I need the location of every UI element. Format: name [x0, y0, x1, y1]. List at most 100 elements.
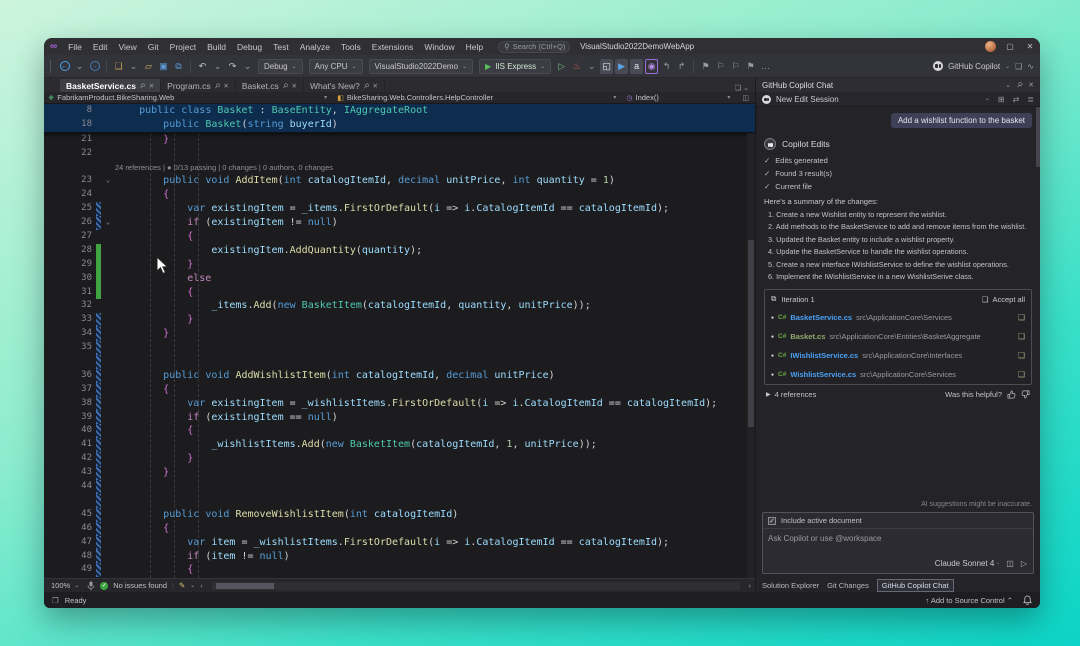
- scroll-left-icon[interactable]: ‹: [200, 581, 203, 590]
- chat-window-dropdown-icon[interactable]: ⌄: [1005, 81, 1011, 89]
- file-link[interactable]: IWishlistService.cs: [790, 351, 858, 360]
- window-layout-icon[interactable]: ◱: [600, 59, 613, 74]
- menu-project[interactable]: Project: [165, 41, 201, 53]
- menu-git[interactable]: Git: [143, 41, 164, 53]
- close-panel-icon[interactable]: ✕: [1028, 81, 1034, 89]
- redo-icon[interactable]: ↷: [226, 59, 239, 74]
- debug-with-copilot-icon[interactable]: ▶: [615, 59, 628, 74]
- bookmark-window-icon[interactable]: ⚑: [744, 59, 757, 74]
- hot-reload-dropdown-icon[interactable]: ⌄: [585, 59, 598, 74]
- menu-help[interactable]: Help: [461, 41, 488, 53]
- solution-platform-dropdown[interactable]: Any CPU⌄: [309, 59, 363, 74]
- menu-test[interactable]: Test: [268, 41, 294, 53]
- menu-debug[interactable]: Debug: [232, 41, 267, 53]
- tab-program-cs[interactable]: Program.cs⚲✕: [161, 79, 236, 92]
- notifications-bell-icon[interactable]: [1023, 595, 1032, 605]
- next-bookmark-icon[interactable]: ⚐: [729, 59, 742, 74]
- github-copilot-badge[interactable]: GitHub Copilot: [948, 62, 1000, 71]
- add-to-source-control-button[interactable]: ↑ Add to Source Control ⌃: [925, 596, 1013, 605]
- code-editor[interactable]: 21 }2224 references | ● 0/13 passing | 0…: [44, 133, 755, 578]
- tool-tab-git-changes[interactable]: Git Changes: [827, 581, 869, 590]
- maximize-button[interactable]: ▢: [1004, 42, 1016, 51]
- watch-window-icon[interactable]: ◉: [645, 59, 658, 74]
- new-file-icon[interactable]: ❏: [112, 59, 125, 74]
- tab-basket-cs[interactable]: Basket.cs⚲✕: [236, 79, 304, 92]
- menu-extensions[interactable]: Extensions: [367, 41, 419, 53]
- file-link[interactable]: Basket.cs: [790, 332, 825, 341]
- references-expander-icon[interactable]: ▶: [766, 391, 771, 398]
- menu-edit[interactable]: Edit: [88, 41, 113, 53]
- solution-configuration-dropdown[interactable]: Debug⌄: [258, 59, 303, 74]
- hot-reload-icon[interactable]: ♨: [570, 59, 583, 74]
- breadcrumb-type[interactable]: ◧ BikeSharing.Web.Controllers.HelpContro…: [337, 93, 622, 102]
- menu-tools[interactable]: Tools: [336, 41, 366, 53]
- edited-file-row[interactable]: ●C#IWishlistService.cssrc\ApplicationCor…: [765, 346, 1031, 365]
- toggle-bookmark-icon[interactable]: ⚑: [699, 59, 712, 74]
- menu-view[interactable]: View: [114, 41, 142, 53]
- undo-icon[interactable]: ↶: [196, 59, 209, 74]
- prev-bookmark-icon[interactable]: ⚐: [714, 59, 727, 74]
- open-diff-icon[interactable]: ❏: [1018, 370, 1025, 379]
- new-file-dropdown-icon[interactable]: ⌄: [127, 59, 140, 74]
- close-tab-icon[interactable]: ✕: [291, 82, 296, 90]
- editor-horizontal-scrollbar[interactable]: [212, 582, 740, 590]
- feedback-icon[interactable]: ❒: [52, 596, 59, 605]
- references-label[interactable]: 4 references: [775, 390, 817, 399]
- toolbar-grip[interactable]: [50, 60, 53, 73]
- new-session-icon[interactable]: ⊞: [998, 95, 1005, 104]
- toolbar-overflow-icon[interactable]: …: [759, 59, 772, 74]
- live-share-icon[interactable]: ∿: [1027, 62, 1034, 71]
- open-diff-icon[interactable]: ❏: [1018, 332, 1025, 341]
- file-link[interactable]: WishlistService.cs: [790, 370, 856, 379]
- nav-forward-icon[interactable]: →: [88, 59, 101, 74]
- open-diff-icon[interactable]: ❏: [1018, 351, 1025, 360]
- copilot-dropdown-icon[interactable]: ⌄: [1005, 63, 1010, 70]
- send-feedback-icon[interactable]: ❑: [1015, 62, 1022, 71]
- start-debugging-button[interactable]: ▶IIS Express⌄: [479, 59, 551, 74]
- fold-chevron-icon[interactable]: ⌄: [101, 216, 115, 230]
- pin-icon[interactable]: ⚲: [362, 81, 371, 90]
- tab-what-s-new-[interactable]: What's New?⚲✕: [304, 79, 385, 92]
- edited-file-row[interactable]: ●C#BasketService.cssrc\ApplicationCore\S…: [765, 308, 1031, 327]
- thumbs-down-icon[interactable]: [1021, 390, 1030, 399]
- open-diff-icon[interactable]: ❏: [1018, 313, 1025, 322]
- dictation-mic-icon[interactable]: [87, 581, 95, 591]
- code-cleanup-icon[interactable]: ✎: [179, 581, 185, 590]
- start-without-debugging-icon[interactable]: ▷: [555, 59, 568, 74]
- menu-analyze[interactable]: Analyze: [295, 41, 335, 53]
- close-tab-icon[interactable]: ✕: [149, 82, 154, 90]
- session-title[interactable]: New Edit Session: [776, 95, 839, 104]
- send-message-icon[interactable]: ▷: [1021, 559, 1027, 568]
- breadcrumb-project[interactable]: ❖ FabrikamProduct.BikeSharing.Web ▾: [48, 93, 333, 102]
- save-all-icon[interactable]: ⧉: [172, 59, 185, 74]
- tool-tab-solution-explorer[interactable]: Solution Explorer: [762, 581, 819, 590]
- close-tab-icon[interactable]: ✕: [223, 82, 228, 90]
- tab-basketservice-cs[interactable]: BasketService.cs⚲✕: [60, 79, 161, 92]
- session-dropdown-icon[interactable]: ⌄: [985, 95, 990, 104]
- user-avatar[interactable]: [985, 41, 996, 52]
- close-tab-icon[interactable]: ✕: [373, 82, 378, 90]
- close-button[interactable]: ✕: [1024, 42, 1036, 51]
- chat-input[interactable]: Ask Copilot or use @workspace: [763, 529, 1033, 557]
- scroll-right-icon[interactable]: ›: [749, 581, 752, 590]
- nav-back-dropdown-icon[interactable]: ⌄: [73, 59, 86, 74]
- tool-tab-github-copilot-chat[interactable]: GitHub Copilot Chat: [877, 579, 954, 592]
- editor-vertical-scrollbar[interactable]: [747, 133, 755, 578]
- nav-back-icon[interactable]: ←: [58, 59, 71, 74]
- attach-context-icon[interactable]: ◫: [1006, 559, 1014, 568]
- chat-history-icon[interactable]: ≣: [1027, 95, 1034, 104]
- split-window-icon[interactable]: ◫: [740, 94, 751, 102]
- save-icon[interactable]: ▣: [157, 59, 170, 74]
- sticky-scroll[interactable]: 8 public class Basket : BaseEntity, IAgg…: [44, 104, 755, 133]
- include-active-document-checkbox[interactable]: ✓: [768, 517, 776, 525]
- model-picker-dropdown[interactable]: Claude Sonnet 4 ·: [935, 559, 1000, 568]
- chat-scrollbar[interactable]: [1036, 107, 1040, 167]
- pin-icon[interactable]: ⚲: [138, 81, 147, 90]
- open-folder-icon[interactable]: ▱: [142, 59, 155, 74]
- redo-dropdown-icon[interactable]: ⌄: [241, 59, 254, 74]
- file-link[interactable]: BasketService.cs: [790, 313, 852, 322]
- navigate-backward-code-icon[interactable]: ↰: [660, 59, 673, 74]
- breadcrumb-member[interactable]: ◷ Index() ▾: [626, 93, 736, 102]
- menu-file[interactable]: File: [63, 41, 87, 53]
- navigate-forward-code-icon[interactable]: ↱: [675, 59, 688, 74]
